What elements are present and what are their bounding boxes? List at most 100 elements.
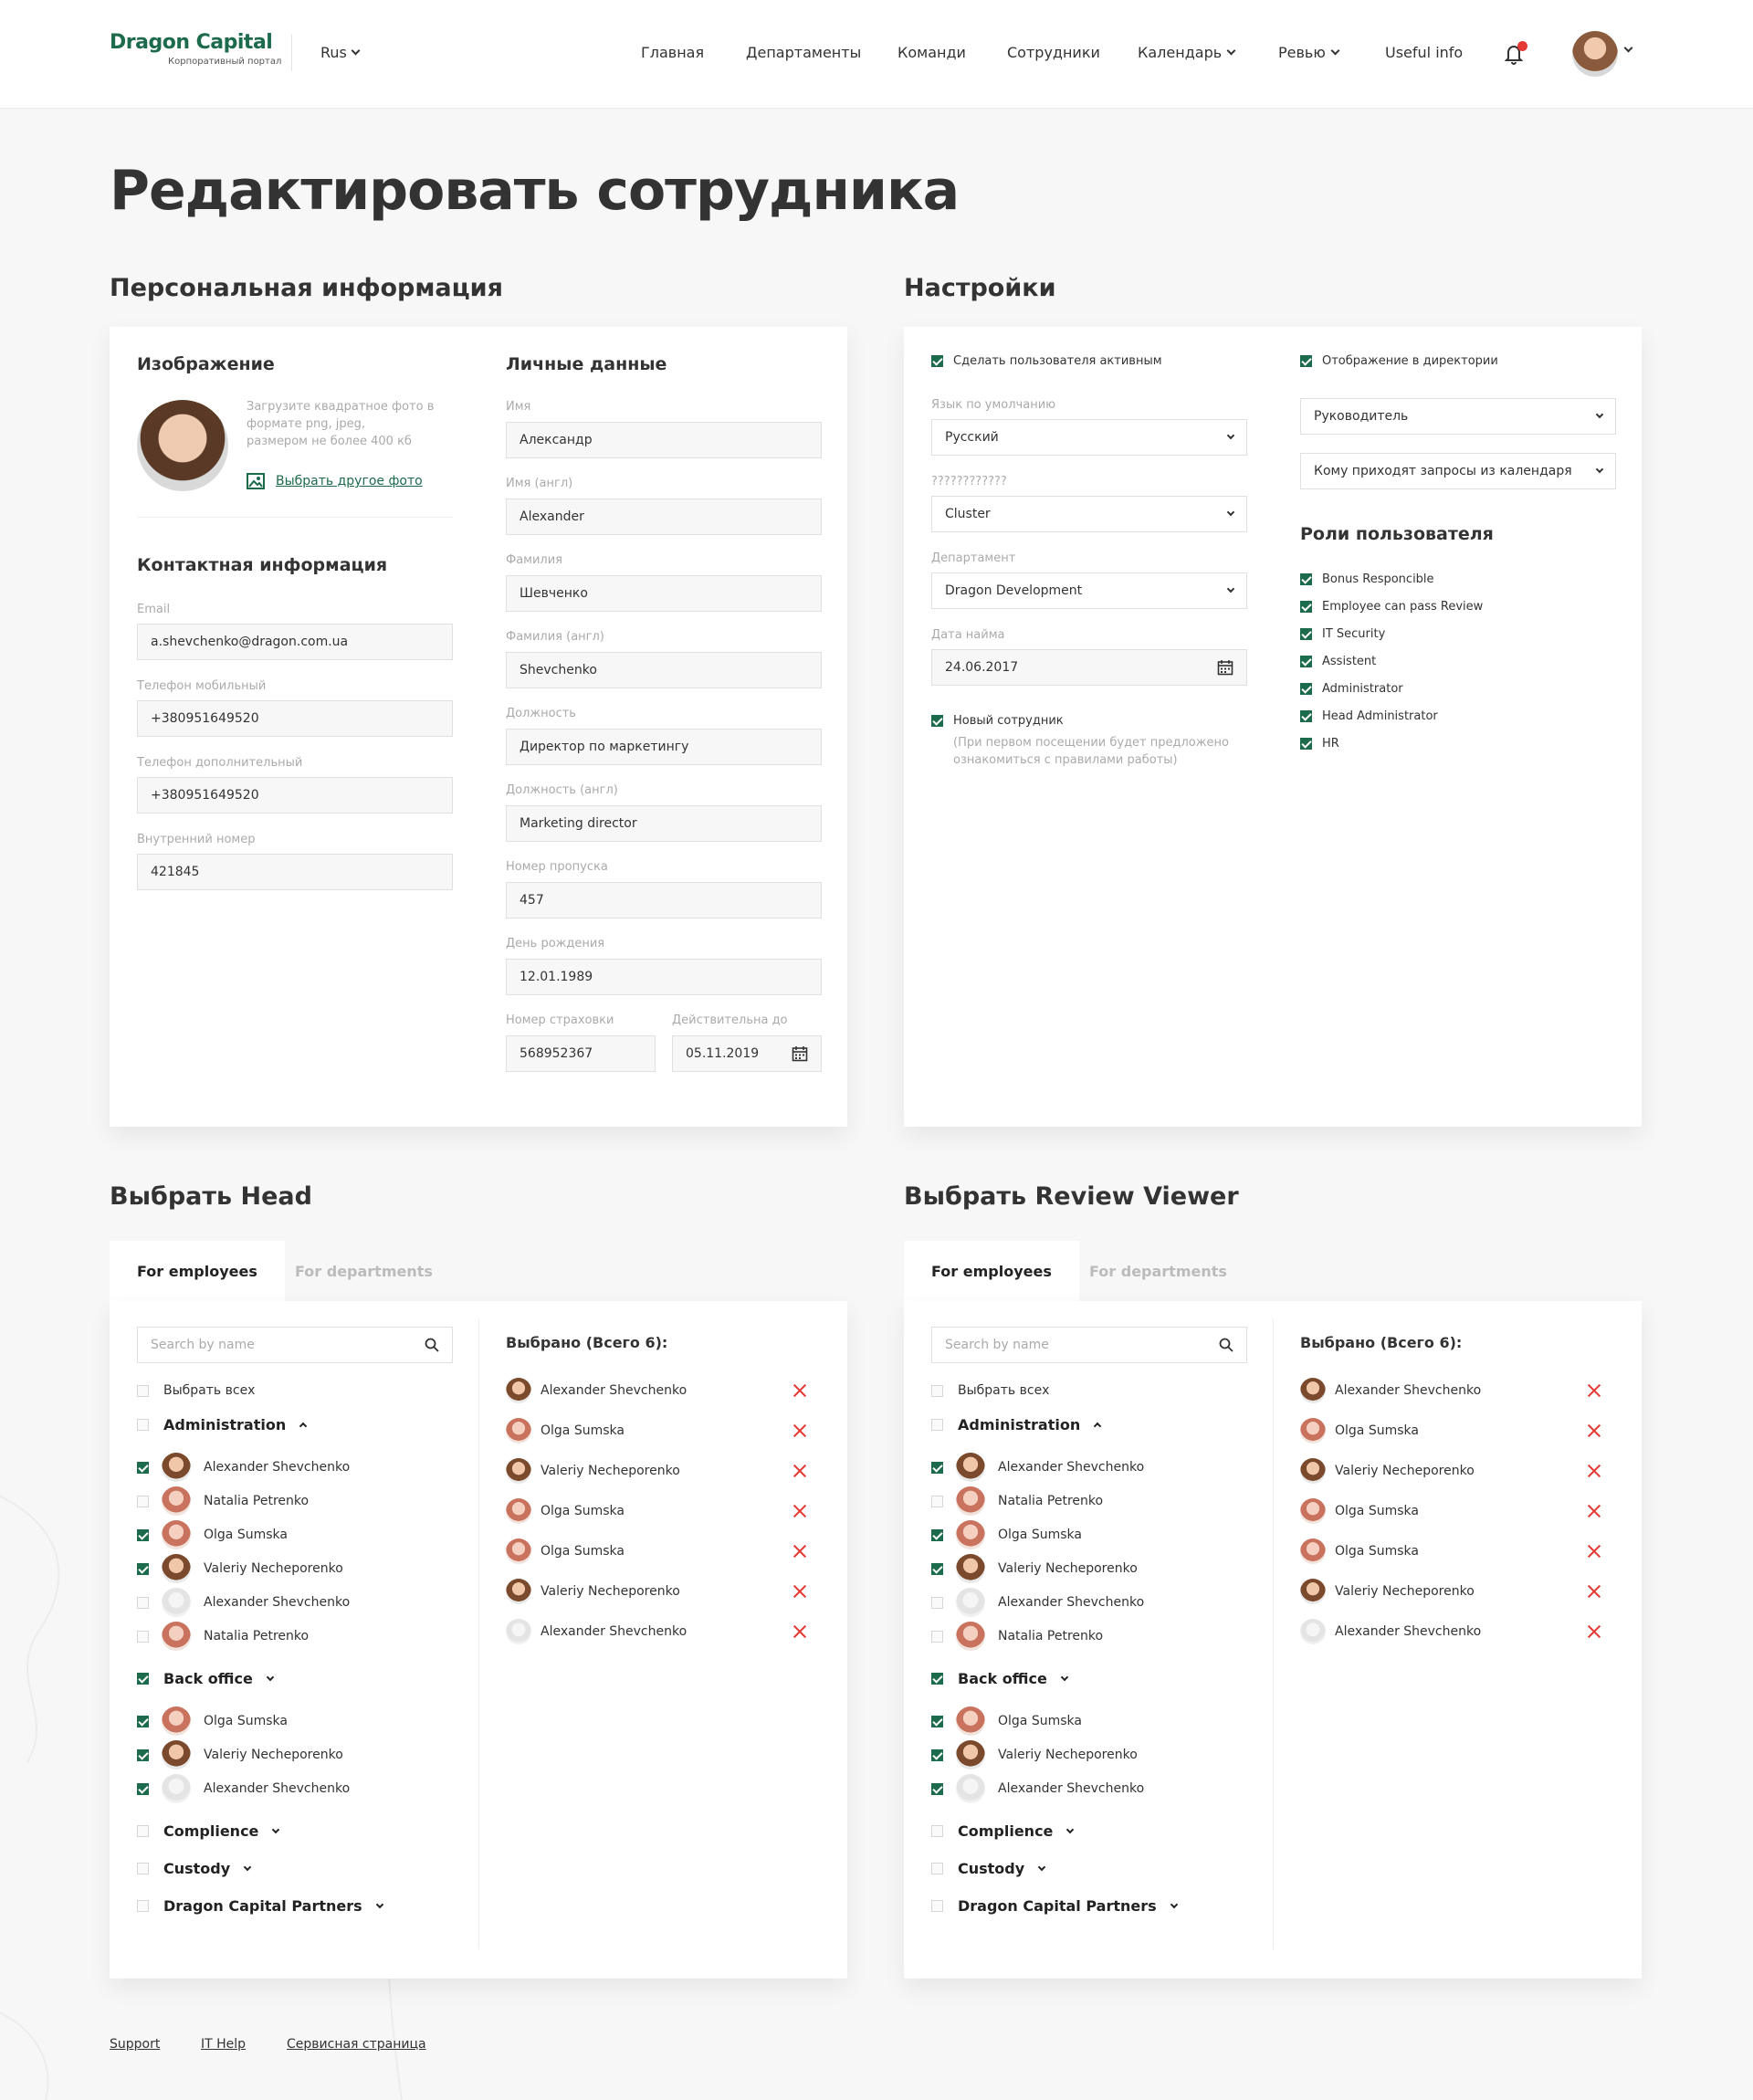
member-row[interactable]: Alexander Shevchenko — [137, 1588, 350, 1617]
nav-useful-info[interactable]: Useful info — [1385, 44, 1463, 61]
group-checkbox[interactable] — [931, 1673, 943, 1685]
first-name-field[interactable]: Александр — [506, 422, 822, 458]
role-row[interactable]: Administrator — [1300, 682, 1403, 696]
directory-checkbox[interactable] — [1300, 355, 1312, 367]
mobile-phone-field[interactable]: +380951649520 — [137, 700, 453, 737]
group-checkbox[interactable] — [931, 1419, 943, 1431]
remove-icon[interactable] — [1587, 1584, 1601, 1599]
remove-icon[interactable] — [793, 1504, 807, 1518]
member-checkbox[interactable] — [931, 1562, 943, 1575]
remove-icon[interactable] — [793, 1423, 807, 1438]
department-select[interactable]: Dragon Development — [931, 572, 1247, 609]
search-input[interactable]: Search by name — [137, 1327, 453, 1363]
member-row[interactable]: Alexander Shevchenko — [137, 1774, 350, 1803]
directory-checkbox-row[interactable]: Отображение в директории — [1300, 354, 1498, 368]
remove-icon[interactable] — [1587, 1624, 1601, 1639]
search-icon[interactable] — [425, 1338, 439, 1352]
group-header[interactable]: Complience — [931, 1822, 1075, 1840]
remove-icon[interactable] — [1587, 1504, 1601, 1518]
member-checkbox[interactable] — [931, 1748, 943, 1761]
group-checkbox[interactable] — [137, 1900, 149, 1912]
nav-calendar[interactable]: Календарь — [1138, 44, 1236, 61]
role-row[interactable]: IT Security — [1300, 627, 1385, 641]
member-checkbox[interactable] — [931, 1461, 943, 1474]
member-checkbox[interactable] — [137, 1715, 149, 1727]
group-checkbox[interactable] — [137, 1419, 149, 1431]
member-checkbox[interactable] — [137, 1596, 149, 1609]
group-checkbox[interactable] — [931, 1900, 943, 1912]
member-row[interactable]: Valeriy Necheporenko — [931, 1740, 1138, 1769]
tab-for-departments[interactable]: For departments — [1062, 1241, 1254, 1301]
group-checkbox[interactable] — [137, 1673, 149, 1685]
chevron-down-icon[interactable] — [375, 1900, 383, 1908]
remove-icon[interactable] — [793, 1624, 807, 1639]
position-field[interactable]: Директор по маркетингу — [506, 729, 822, 765]
role-select[interactable]: Руководитель — [1300, 398, 1616, 435]
last-name-field[interactable]: Шевченко — [506, 575, 822, 612]
chevron-down-icon[interactable] — [1623, 43, 1633, 53]
chevron-down-icon[interactable] — [1066, 1825, 1075, 1833]
member-checkbox[interactable] — [931, 1528, 943, 1541]
search-input[interactable]: Search by name — [931, 1327, 1247, 1363]
valid-until-field[interactable]: 05.11.2019 — [672, 1035, 822, 1072]
chevron-down-icon[interactable] — [1060, 1673, 1069, 1681]
group-checkbox[interactable] — [931, 1825, 943, 1837]
remove-icon[interactable] — [793, 1544, 807, 1559]
member-row[interactable]: Natalia Petrenko — [137, 1622, 309, 1651]
active-checkbox[interactable] — [931, 355, 943, 367]
remove-icon[interactable] — [1587, 1423, 1601, 1438]
member-row[interactable]: Natalia Petrenko — [931, 1622, 1103, 1651]
email-field[interactable]: a.shevchenko@dragon.com.ua — [137, 624, 453, 660]
group-header[interactable]: Back office — [137, 1670, 275, 1687]
internal-number-field[interactable]: 421845 — [137, 854, 453, 890]
group-header[interactable]: Dragon Capital Partners — [137, 1897, 383, 1915]
member-checkbox[interactable] — [137, 1528, 149, 1541]
chevron-down-icon[interactable] — [1037, 1863, 1046, 1871]
select-all-row[interactable]: Выбрать всех — [137, 1383, 255, 1398]
member-row[interactable]: Olga Sumska — [137, 1520, 288, 1549]
member-row[interactable]: Alexander Shevchenko — [931, 1588, 1144, 1617]
remove-icon[interactable] — [1587, 1464, 1601, 1478]
nav-employees[interactable]: Сотрудники — [1007, 44, 1100, 61]
hire-date-field[interactable]: 24.06.2017 — [931, 649, 1247, 686]
choose-photo-link[interactable]: Выбрать другое фото — [247, 473, 423, 489]
member-checkbox[interactable] — [931, 1630, 943, 1643]
select-all-row[interactable]: Выбрать всех — [931, 1383, 1049, 1398]
new-employee-row[interactable]: Новый сотрудник — [931, 714, 1064, 728]
chevron-up-icon[interactable] — [299, 1422, 308, 1431]
footer-link-service-page[interactable]: Сервисная страница — [287, 2037, 426, 2052]
group-checkbox[interactable] — [137, 1863, 149, 1874]
member-checkbox[interactable] — [137, 1630, 149, 1643]
remove-icon[interactable] — [793, 1584, 807, 1599]
remove-icon[interactable] — [793, 1383, 807, 1398]
role-row[interactable]: HR — [1300, 737, 1339, 751]
language-select[interactable]: Rus — [320, 44, 361, 61]
role-checkbox[interactable] — [1300, 573, 1312, 585]
chevron-up-icon[interactable] — [1094, 1422, 1102, 1431]
calendar-icon[interactable] — [792, 1045, 808, 1062]
cluster-select[interactable]: Cluster — [931, 496, 1247, 532]
select-all-checkbox[interactable] — [931, 1384, 943, 1397]
active-checkbox-row[interactable]: Сделать пользователя активным — [931, 354, 1162, 368]
group-header[interactable]: Administration — [137, 1416, 308, 1433]
birthday-field[interactable]: 12.01.1989 — [506, 959, 822, 995]
member-checkbox[interactable] — [137, 1782, 149, 1795]
member-row[interactable]: Valeriy Necheporenko — [137, 1554, 343, 1583]
first-name-en-field[interactable]: Alexander — [506, 499, 822, 535]
member-checkbox[interactable] — [137, 1461, 149, 1474]
member-row[interactable]: Alexander Shevchenko — [931, 1453, 1144, 1482]
remove-icon[interactable] — [1587, 1383, 1601, 1398]
role-checkbox[interactable] — [1300, 601, 1312, 613]
extra-phone-field[interactable]: +380951649520 — [137, 777, 453, 814]
role-checkbox[interactable] — [1300, 710, 1312, 722]
group-header[interactable]: Custody — [931, 1860, 1046, 1877]
member-checkbox[interactable] — [137, 1748, 149, 1761]
member-checkbox[interactable] — [137, 1495, 149, 1507]
role-checkbox[interactable] — [1300, 628, 1312, 640]
member-row[interactable]: Valeriy Necheporenko — [137, 1740, 343, 1769]
member-row[interactable]: Olga Sumska — [931, 1706, 1082, 1736]
nav-departments[interactable]: Департаменты — [746, 44, 861, 61]
member-checkbox[interactable] — [931, 1596, 943, 1609]
member-row[interactable]: Olga Sumska — [931, 1520, 1082, 1549]
role-row[interactable]: Assistent — [1300, 655, 1376, 668]
